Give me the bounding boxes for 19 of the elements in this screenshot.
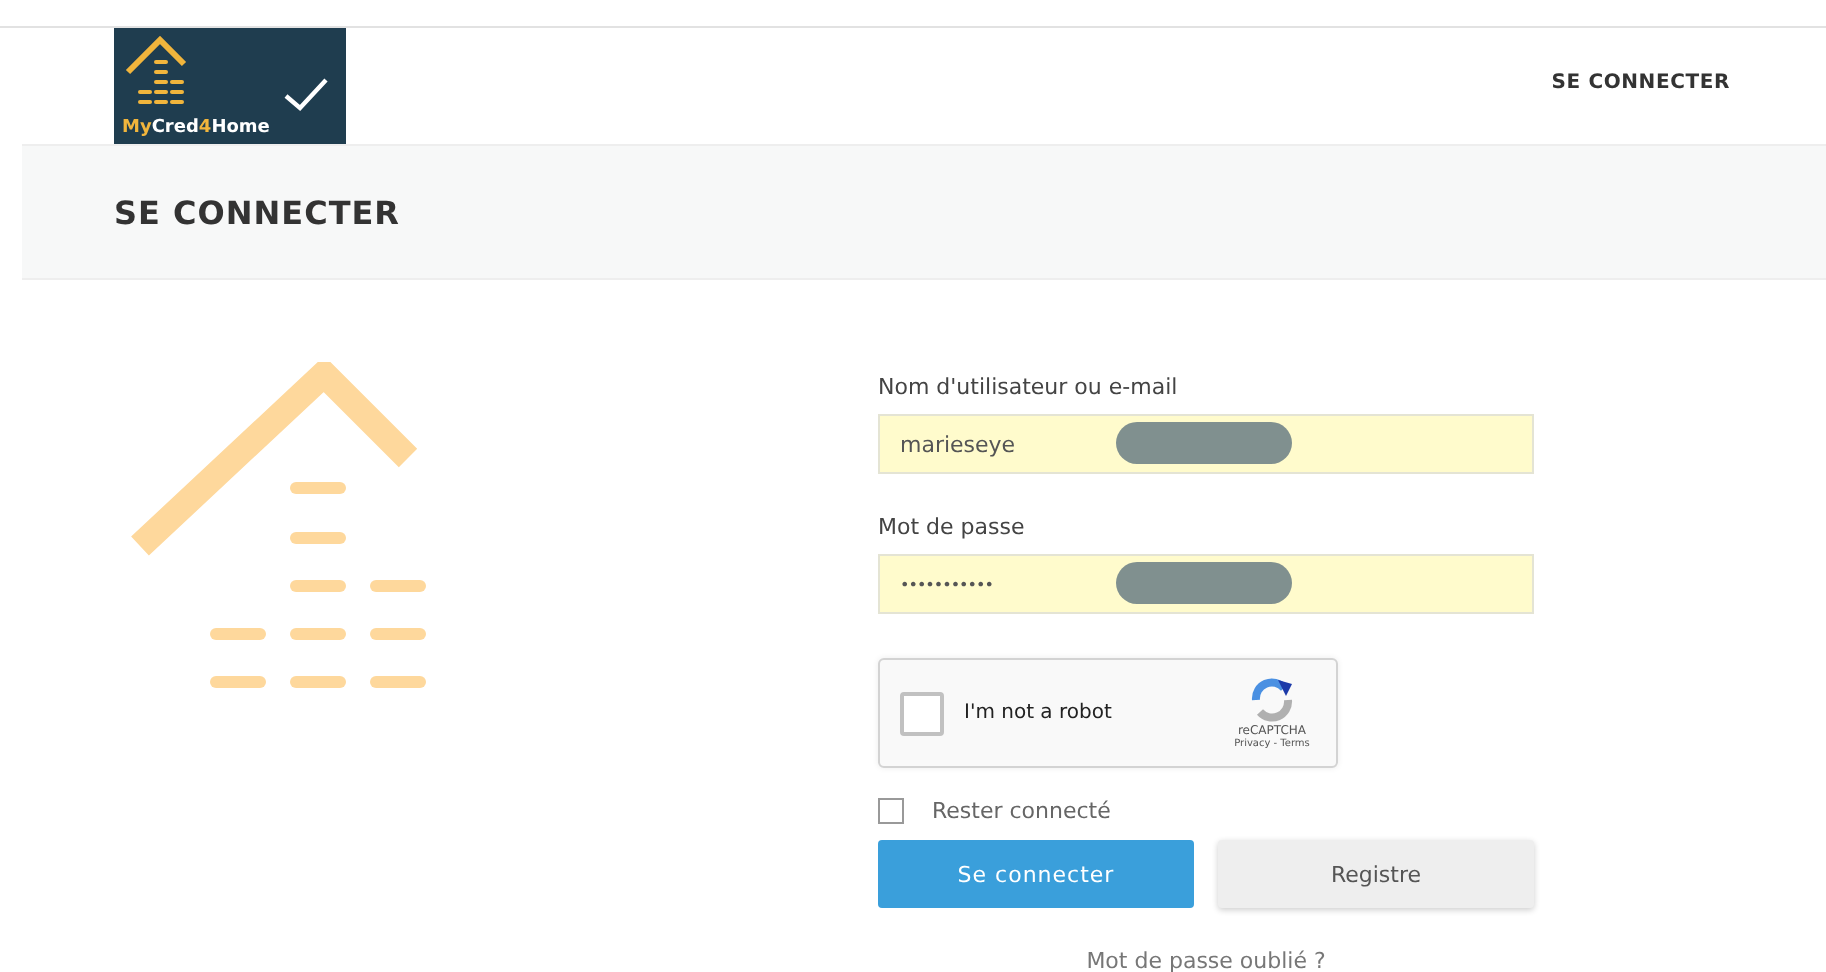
field-label: Mot de passe <box>878 514 1027 540</box>
field-label: Nom d'utilisateur ou e-mail <box>878 374 1180 400</box>
checkbox-label: Rester connecté <box>932 798 1111 824</box>
password-field[interactable]: ••••••••••• <box>878 554 1534 614</box>
username-field[interactable]: marieseye <box>878 414 1534 474</box>
register-button[interactable]: Registre <box>1218 840 1534 908</box>
captcha-label: I'm not a robot <box>964 702 1114 724</box>
field-value: ••••••••••• <box>900 575 993 593</box>
field-value: marieseye <box>900 431 1016 457</box>
remember-checkbox[interactable] <box>878 798 904 824</box>
captcha-checkbox[interactable] <box>900 691 944 735</box>
logo-text: MyCred4Home <box>122 118 270 138</box>
logo[interactable]: MyCred4Home <box>114 28 346 144</box>
recaptcha-icon <box>1248 676 1296 724</box>
forgot-password-link[interactable]: Mot de passe oublié ? <box>1086 948 1326 972</box>
nav-link[interactable]: SE CONNECTER <box>1551 72 1730 94</box>
checkmark-icon <box>282 74 330 114</box>
house-logo-icon <box>124 34 188 106</box>
page-title: SE CONNECTER <box>114 193 400 231</box>
